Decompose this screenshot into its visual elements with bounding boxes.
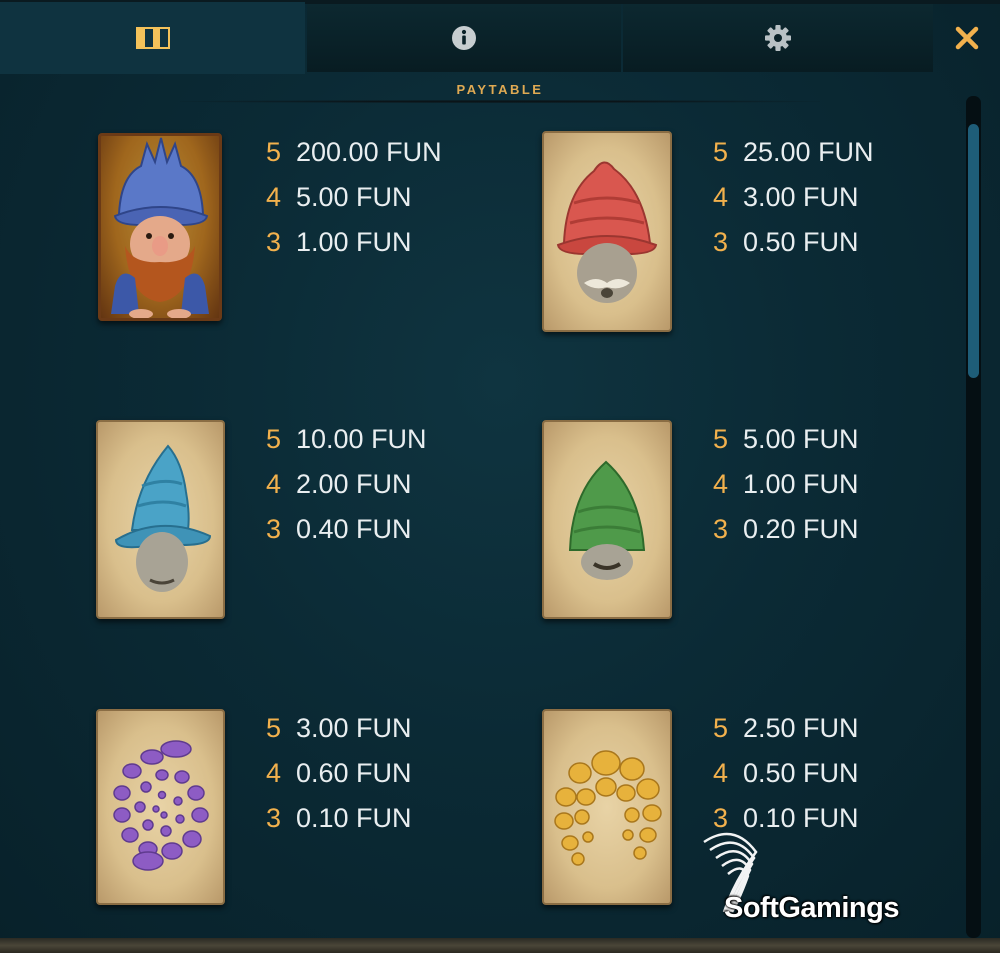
info-icon (452, 26, 476, 50)
close-button[interactable] (933, 4, 1000, 72)
scrollbar-thumb[interactable] (968, 124, 979, 378)
paylist-red-hat-gnome: 5 25.00 FUN 4 3.00 FUN 3 0.50 FUN (713, 130, 874, 265)
checker-icon (135, 27, 170, 49)
tab-paytable[interactable] (0, 2, 305, 74)
pay-row: 5 10.00 FUN (266, 424, 427, 454)
paylist-green-hat-gnome: 5 5.00 FUN 4 1.00 FUN 3 0.20 FUN (713, 417, 859, 552)
tab-info[interactable] (307, 4, 621, 72)
pay-row: 4 2.00 FUN (266, 469, 412, 499)
pay-row: 3 1.00 FUN (266, 227, 412, 257)
symbol-blue-hat-gnome (96, 420, 225, 619)
purple-spiral-illustration (113, 740, 209, 871)
pay-row: 3 0.50 FUN (713, 227, 859, 257)
gold-horseshoe-illustration (554, 750, 662, 866)
pay-row: 3 0.20 FUN (713, 514, 859, 544)
pay-row: 5 3.00 FUN (266, 713, 412, 743)
symbol-blue-shell-dwarf (98, 133, 222, 321)
red-gnome-illustration (556, 161, 658, 303)
paylist-gold-horseshoe: 5 2.50 FUN 4 0.50 FUN 3 0.10 FUN (713, 706, 859, 841)
pay-row: 5 5.00 FUN (713, 424, 859, 454)
symbol-gold-horseshoe (542, 709, 672, 905)
dwarf-illustration (101, 136, 219, 318)
blue-gnome-illustration (114, 444, 212, 592)
paylist-purple-spiral: 5 3.00 FUN 4 0.60 FUN 3 0.10 FUN (266, 706, 412, 841)
softgamings-watermark: SoftGamings (724, 892, 899, 924)
pay-row: 5 25.00 FUN (713, 137, 874, 167)
pay-row: 5 200.00 FUN (266, 137, 442, 167)
pay-row: 4 0.60 FUN (266, 758, 412, 788)
page-title: PAYTABLE (456, 82, 544, 97)
symbol-red-hat-gnome (542, 131, 672, 332)
heading-divider (180, 100, 820, 103)
gear-icon (765, 25, 791, 51)
symbol-purple-spiral (96, 709, 225, 905)
pay-row: 5 2.50 FUN (713, 713, 859, 743)
symbol-green-hat-gnome (542, 420, 672, 619)
pay-row: 4 1.00 FUN (713, 469, 859, 499)
pay-row: 4 5.00 FUN (266, 182, 412, 212)
heading-bar: PAYTABLE (0, 74, 1000, 104)
pay-row: 3 0.40 FUN (266, 514, 412, 544)
pay-row: 4 3.00 FUN (713, 182, 859, 212)
tab-settings[interactable] (623, 4, 933, 72)
bottom-border (0, 938, 1000, 953)
tab-bar (0, 0, 1000, 74)
green-gnome-illustration (568, 460, 646, 580)
paylist-blue-shell-dwarf: 5 200.00 FUN 4 5.00 FUN 3 1.00 FUN (266, 130, 442, 265)
pay-row: 3 0.10 FUN (266, 803, 412, 833)
close-icon (955, 26, 978, 50)
paylist-blue-hat-gnome: 5 10.00 FUN 4 2.00 FUN 3 0.40 FUN (266, 417, 427, 552)
pay-row: 4 0.50 FUN (713, 758, 859, 788)
